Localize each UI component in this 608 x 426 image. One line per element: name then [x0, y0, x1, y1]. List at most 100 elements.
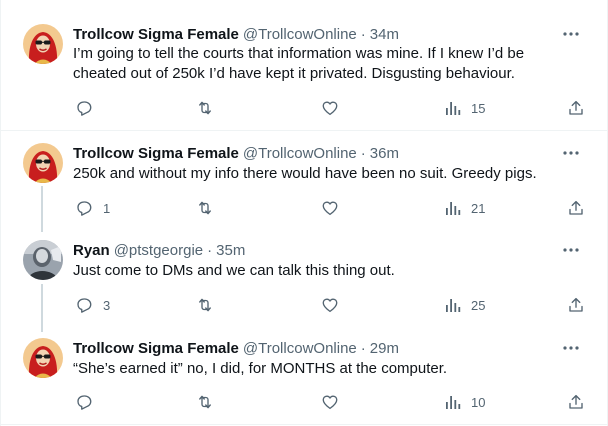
share-button[interactable]	[567, 295, 585, 315]
more-button[interactable]	[561, 338, 581, 358]
red-haired-avatar-icon	[23, 143, 63, 183]
share-button[interactable]	[567, 198, 585, 218]
red-haired-avatar-icon	[23, 338, 63, 378]
tweet-header: Ryan @ptstgeorgie · 35m	[73, 240, 245, 260]
avatar[interactable]	[23, 338, 63, 378]
retweet-button[interactable]	[195, 198, 225, 218]
separator-dot: ·	[207, 241, 213, 259]
reply-icon	[77, 201, 92, 216]
avatar[interactable]	[23, 24, 63, 64]
reply-count: 1	[103, 200, 111, 216]
author-name[interactable]: Trollcow Sigma Female	[73, 26, 239, 43]
avatar[interactable]	[23, 143, 63, 183]
separator-dot: ·	[360, 339, 366, 357]
avatar[interactable]	[23, 240, 63, 280]
more-button[interactable]	[561, 240, 581, 260]
tweet-text-line: Just come to DMs and we can talk this th…	[73, 262, 395, 279]
retweet-icon	[199, 298, 211, 312]
retweet-button[interactable]	[195, 98, 225, 118]
like-icon	[322, 395, 338, 410]
author-name[interactable]: Ryan	[73, 242, 110, 259]
views-count: 10	[471, 394, 486, 410]
share-button[interactable]	[567, 98, 585, 118]
views-icon	[446, 299, 461, 312]
share-button[interactable]	[567, 392, 585, 412]
author-handle[interactable]: @TrollcowOnline	[243, 340, 357, 357]
views-count: 15	[471, 100, 486, 116]
tweet-text-line: cheated out of 250k I’d have kept it pri…	[73, 65, 515, 82]
tweet-header: Trollcow Sigma Female @TrollcowOnline · …	[73, 24, 399, 44]
more-icon	[563, 248, 579, 252]
more-icon	[563, 32, 579, 36]
tweet-text: Just come to DMs and we can talk this th…	[73, 261, 583, 281]
reply-button[interactable]: 3	[75, 295, 110, 315]
tweet-header: Trollcow Sigma Female @TrollcowOnline · …	[73, 143, 399, 163]
retweet-icon	[199, 101, 211, 115]
like-button[interactable]	[321, 198, 349, 218]
red-haired-avatar-icon	[23, 24, 63, 64]
reply-count: 3	[103, 297, 111, 313]
reply-button[interactable]	[75, 98, 103, 118]
retweet-icon	[199, 395, 211, 409]
tweet-text: I’m going to tell the courts that inform…	[73, 44, 583, 84]
more-icon	[563, 151, 579, 155]
more-icon	[563, 346, 579, 350]
like-button[interactable]	[321, 98, 349, 118]
reply-icon	[77, 298, 92, 313]
author-name[interactable]: Trollcow Sigma Female	[73, 145, 239, 162]
retweet-icon	[199, 201, 211, 215]
views-icon	[446, 102, 461, 115]
author-handle[interactable]: @TrollcowOnline	[243, 26, 357, 43]
tweet-text-line: 250k and without my info there would hav…	[73, 165, 537, 182]
share-icon	[569, 394, 583, 409]
views-button[interactable]: 10	[445, 392, 485, 412]
tweet[interactable]: Trollcow Sigma Female @TrollcowOnline · …	[1, 0, 607, 131]
share-icon	[569, 297, 583, 312]
views-icon	[446, 202, 461, 215]
tweet-actions: 10	[73, 392, 593, 412]
tweet-header: Trollcow Sigma Female @TrollcowOnline · …	[73, 338, 399, 358]
views-count: 25	[471, 297, 486, 313]
like-icon	[322, 201, 338, 216]
like-icon	[322, 298, 338, 313]
grey-photo-avatar-icon	[23, 240, 63, 280]
like-button[interactable]	[321, 295, 349, 315]
tweet-time[interactable]: 34m	[370, 26, 399, 43]
like-button[interactable]	[321, 392, 349, 412]
tweet-text: “She’s earned it” no, I did, for MONTHS …	[73, 359, 583, 379]
views-button[interactable]: 15	[445, 98, 485, 118]
tweet-text: 250k and without my info there would hav…	[73, 164, 583, 184]
tweet[interactable]: Trollcow Sigma Female @TrollcowOnline · …	[1, 338, 607, 425]
tweet-time[interactable]: 36m	[370, 145, 399, 162]
views-icon	[446, 396, 461, 409]
tweet-actions: 3 25	[73, 295, 593, 315]
tweet[interactable]: Trollcow Sigma Female @TrollcowOnline · …	[1, 143, 607, 233]
more-button[interactable]	[561, 24, 581, 44]
like-icon	[322, 101, 338, 116]
views-button[interactable]: 21	[445, 198, 485, 218]
tweet-actions: 1 21	[73, 198, 593, 218]
retweet-button[interactable]	[195, 392, 225, 412]
share-icon	[569, 100, 583, 115]
reply-button[interactable]: 1	[75, 198, 110, 218]
tweet-time[interactable]: 29m	[370, 340, 399, 357]
author-handle[interactable]: @TrollcowOnline	[243, 145, 357, 162]
tweet[interactable]: Ryan @ptstgeorgie · 35m Just come to DMs…	[1, 240, 607, 332]
views-button[interactable]: 25	[445, 295, 485, 315]
more-button[interactable]	[561, 143, 581, 163]
separator-dot: ·	[360, 144, 366, 162]
tweet-text-line: I’m going to tell the courts that inform…	[73, 45, 525, 62]
author-name[interactable]: Trollcow Sigma Female	[73, 340, 239, 357]
tweet-text-line: “She’s earned it” no, I did, for MONTHS …	[73, 360, 448, 377]
share-icon	[569, 200, 583, 215]
reply-icon	[77, 395, 92, 410]
reply-icon	[77, 101, 92, 116]
author-handle[interactable]: @ptstgeorgie	[114, 242, 203, 259]
retweet-button[interactable]	[195, 295, 225, 315]
tweet-actions: 15	[73, 98, 593, 118]
separator-dot: ·	[360, 25, 366, 43]
views-count: 21	[471, 200, 486, 216]
reply-button[interactable]	[75, 392, 103, 412]
tweet-feed: Trollcow Sigma Female @TrollcowOnline · …	[0, 0, 608, 426]
tweet-time[interactable]: 35m	[216, 242, 245, 259]
